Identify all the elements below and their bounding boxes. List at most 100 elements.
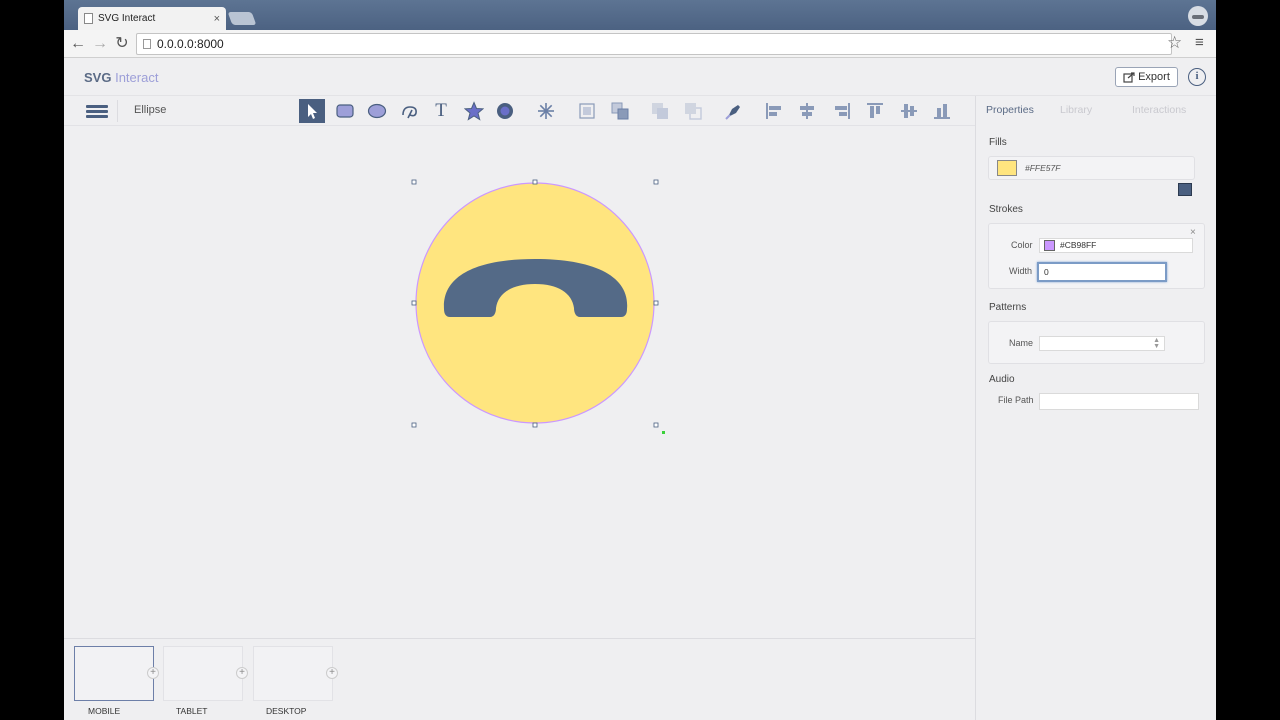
file-path-input[interactable] [1039, 393, 1199, 410]
drawing-canvas[interactable] [64, 126, 975, 638]
bookmark-star-icon[interactable]: ☆ [1167, 33, 1182, 53]
back-icon[interactable]: ← [68, 34, 88, 54]
align-bottom-tool[interactable] [929, 99, 955, 123]
app-logo: SVG Interact [84, 70, 158, 85]
align-left-tool[interactable] [761, 99, 787, 123]
reload-icon[interactable]: ↻ [112, 34, 132, 54]
send-backward-icon [685, 103, 702, 120]
send-backward-tool[interactable] [680, 99, 706, 123]
burst-tool[interactable] [533, 99, 559, 123]
export-label: Export [1138, 71, 1170, 83]
address-bar[interactable]: 0.0.0.0:8000 [136, 33, 1172, 55]
device-strip: + MOBILE + TABLET + DESKTOP [64, 638, 975, 720]
path-tool[interactable] [397, 99, 423, 123]
tab-title: SVG Interact [98, 13, 156, 24]
pointer-tool[interactable] [299, 99, 325, 123]
image-tool[interactable] [492, 99, 518, 123]
tab-close-icon[interactable]: × [214, 13, 220, 25]
ungroup-tool[interactable] [607, 99, 633, 123]
tab-properties[interactable]: Properties [986, 104, 1034, 116]
pen-tool[interactable] [721, 99, 747, 123]
fills-title: Fills [989, 137, 1007, 148]
device-label-desktop: DESKTOP [266, 706, 307, 716]
incognito-icon [1188, 6, 1208, 26]
align-center-icon [800, 103, 814, 119]
page-icon [143, 39, 151, 49]
device-label-mobile: MOBILE [88, 706, 121, 716]
align-right-tool[interactable] [829, 99, 855, 123]
name-label: Name [1009, 338, 1034, 348]
rectangle-tool[interactable] [332, 99, 358, 123]
path-icon [402, 106, 417, 119]
group-tool[interactable] [574, 99, 600, 123]
logo-bold: SVG [84, 70, 112, 85]
new-tab-button[interactable] [227, 12, 257, 25]
device-tablet[interactable]: + [163, 646, 248, 701]
align-left-icon [766, 103, 781, 119]
panel-tabs: Properties Library Interactions [976, 96, 1216, 124]
patterns-title: Patterns [989, 302, 1027, 313]
align-right-icon [835, 103, 850, 119]
ungroup-icon [611, 102, 629, 120]
rectangle-icon [336, 104, 354, 118]
browser-tab[interactable]: SVG Interact × [78, 7, 226, 30]
stroke-box: Color #CB98FF Width 0 [988, 223, 1205, 289]
device-label-tablet: TABLET [176, 706, 208, 716]
chrome-menu-icon[interactable]: ≡ [1195, 34, 1204, 51]
fill-swatch[interactable] [997, 160, 1017, 176]
bring-forward-icon [652, 103, 668, 119]
add-desktop-icon[interactable]: + [326, 667, 338, 679]
text-tool[interactable]: T [428, 99, 454, 123]
strokes-title: Strokes [989, 204, 1023, 215]
align-top-tool[interactable] [862, 99, 888, 123]
stroke-swatch[interactable] [1044, 240, 1055, 251]
tab-library[interactable]: Library [1060, 104, 1092, 116]
fill-picker-icon[interactable] [1178, 183, 1192, 196]
add-tablet-icon[interactable]: + [236, 667, 248, 679]
file-path-label: File Path [998, 395, 1034, 405]
align-middle-tool[interactable] [896, 99, 922, 123]
patterns-box: Name ▲ ▼ [988, 321, 1205, 364]
export-button[interactable]: Export [1115, 67, 1178, 87]
device-desktop[interactable]: + [253, 646, 338, 701]
star-tool[interactable] [461, 99, 487, 123]
color-label: Color [1011, 240, 1033, 250]
properties-panel: Properties Library Interactions Fills #F… [975, 96, 1216, 720]
ellipse-tool[interactable] [364, 99, 390, 123]
rotate-handle[interactable] [662, 431, 665, 434]
browser-tabstrip: SVG Interact × [64, 0, 1216, 30]
bring-forward-tool[interactable] [647, 99, 673, 123]
pointer-icon [308, 104, 317, 119]
stroke-color-field[interactable]: #CB98FF [1039, 238, 1193, 253]
remove-stroke-icon[interactable]: × [1190, 227, 1196, 238]
tool-row: Ellipse T [64, 96, 975, 126]
add-mobile-icon[interactable]: + [147, 667, 159, 679]
fill-row[interactable]: #FFE57F [988, 156, 1195, 180]
stroke-hex: #CB98FF [1060, 240, 1097, 250]
layers-icon[interactable] [86, 105, 108, 119]
pattern-name-select[interactable]: ▲ ▼ [1039, 336, 1165, 351]
tab-interactions[interactable]: Interactions [1132, 104, 1186, 116]
burst-icon [538, 103, 554, 119]
align-bottom-icon [934, 104, 950, 119]
info-button[interactable]: i [1188, 68, 1206, 86]
app-header: SVG Interact Export i [64, 58, 1216, 96]
group-icon [579, 103, 595, 119]
align-center-tool[interactable] [794, 99, 820, 123]
align-middle-icon [901, 104, 917, 118]
star-icon [464, 101, 484, 121]
page-icon [84, 13, 93, 24]
pen-icon [725, 105, 740, 120]
url-text: 0.0.0.0:8000 [157, 37, 224, 51]
breadcrumb-separator [117, 100, 118, 122]
export-icon [1123, 71, 1135, 83]
image-icon [497, 103, 513, 119]
device-mobile[interactable]: + [74, 646, 159, 701]
forward-icon[interactable]: → [90, 34, 110, 54]
fill-hex: #FFE57F [1025, 163, 1061, 173]
ellipse-icon [367, 103, 387, 119]
align-top-icon [867, 103, 883, 118]
logo-light: Interact [115, 70, 159, 85]
stroke-width-input[interactable]: 0 [1037, 262, 1167, 282]
browser-window: SVG Interact × ← → ↻ 0.0.0.0:8000 ☆ ≡ SV… [64, 0, 1216, 720]
